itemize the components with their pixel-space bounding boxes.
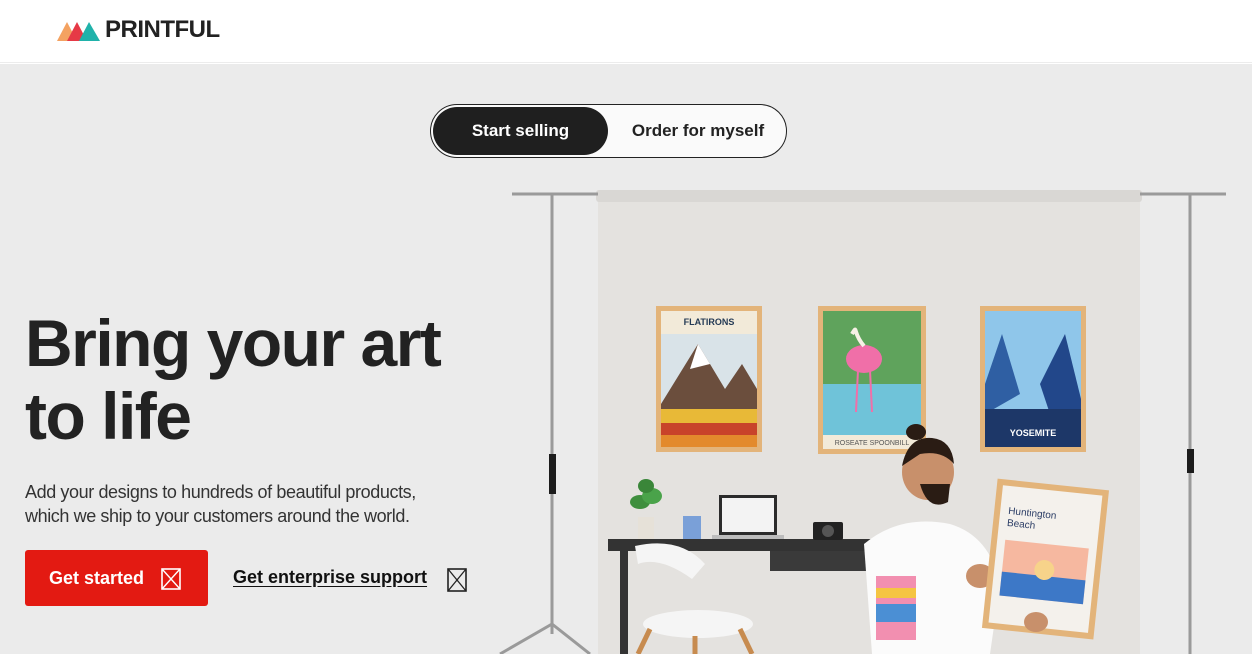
pen-cup	[683, 516, 701, 539]
subtitle-line-1: Add your designs to hundreds of beautifu…	[25, 482, 416, 502]
printful-mountains-icon	[57, 22, 100, 41]
poster-huntington-beach: Huntington Beach	[981, 478, 1110, 640]
headline-line-2: to life	[25, 379, 192, 453]
poster-flatirons-title: FLATIRONS	[684, 317, 735, 327]
laptop	[712, 495, 784, 539]
brand-logo[interactable]: PRINTFUL	[57, 17, 220, 43]
external-link-icon[interactable]	[447, 568, 467, 592]
audience-toggle: Start selling Order for myself	[430, 104, 787, 158]
left-light-stand	[499, 192, 598, 654]
tab-order-for-myself[interactable]: Order for myself	[613, 107, 783, 155]
get-started-label: Get started	[49, 567, 145, 588]
right-light-stand	[1140, 192, 1226, 654]
enterprise-support-link[interactable]: Get enterprise support	[233, 567, 427, 588]
poster-spoonbill-title: ROSEATE SPOONBILL	[835, 440, 910, 447]
poster-yosemite-title: YOSEMITE	[1010, 428, 1057, 438]
hero-subtitle: Add your designs to hundreds of beautifu…	[25, 480, 445, 528]
brand-name: PRINTFUL	[105, 16, 220, 43]
external-link-icon	[161, 568, 181, 590]
hand	[1024, 612, 1048, 632]
tab-start-selling[interactable]: Start selling	[433, 107, 608, 155]
get-started-button[interactable]: Get started	[25, 550, 208, 606]
hero-section: Start selling Order for myself Bring you…	[0, 64, 1252, 654]
subtitle-line-2: which we ship to your customers around t…	[25, 506, 410, 526]
poster-yosemite: YOSEMITE	[980, 306, 1086, 452]
studio-hero-image: FLATIRONS ROSEATE SPOONBILL YOSEMITE Hun…	[499, 190, 1226, 654]
top-navigation-bar: PRINTFUL	[0, 0, 1252, 63]
poster-flatirons: FLATIRONS	[656, 306, 762, 452]
headline-line-1: Bring your art	[25, 306, 442, 380]
hero-headline: Bring your art to life	[25, 307, 505, 453]
